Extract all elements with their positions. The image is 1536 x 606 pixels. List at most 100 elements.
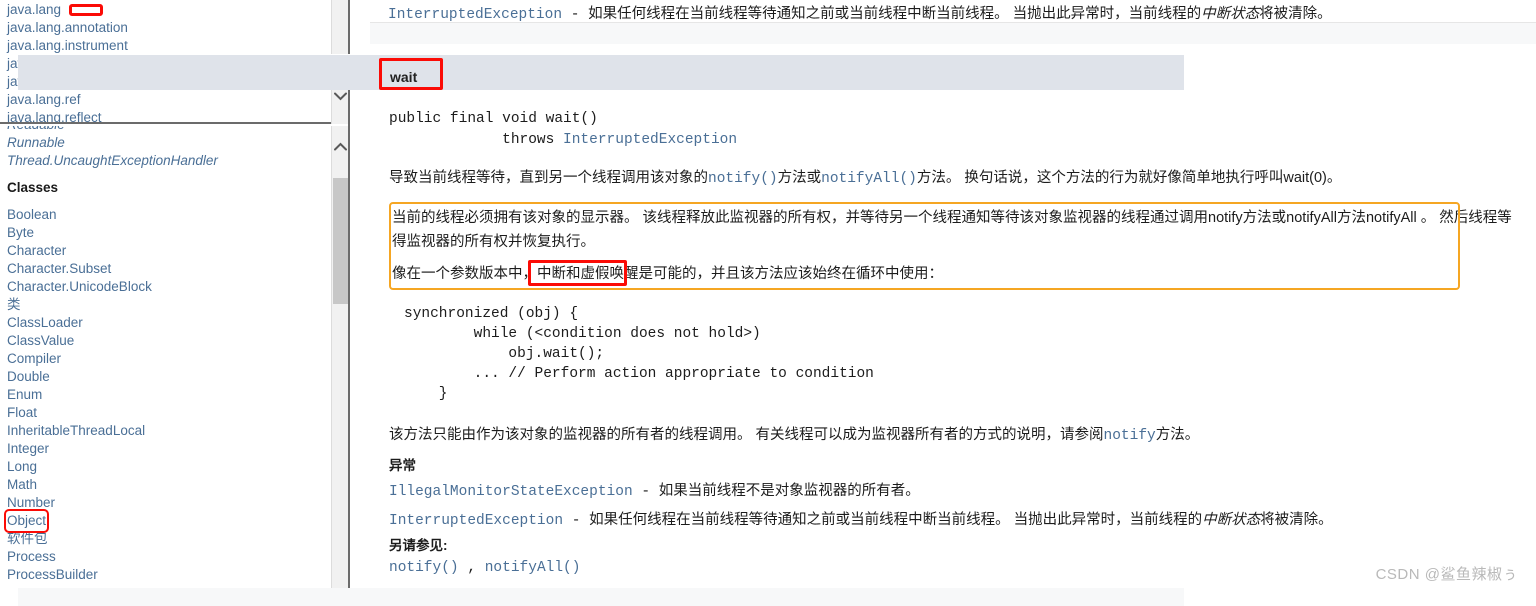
class-item[interactable]: Integer — [7, 440, 330, 458]
class-item-label: InheritableThreadLocal — [7, 423, 146, 438]
class-item[interactable]: Character — [7, 242, 330, 260]
class-item-label: 软件包 — [7, 531, 48, 546]
class-item[interactable]: Compiler — [7, 350, 330, 368]
see-also-links: notify() , notifyAll() — [389, 558, 580, 578]
class-list-section-heading: Classes — [7, 179, 330, 197]
package-item[interactable]: java.lang.ref — [7, 91, 330, 109]
throws-item: InterruptedException - 如果任何线程在当前线程等待通知之前… — [389, 506, 1333, 535]
package-item-label: java.lang.annotation — [7, 20, 128, 35]
app-root: java.lang java.lang.annotation java.lang.i… — [0, 0, 1536, 606]
highlight-line1: 当前的线程必须拥有该对象的显示器。 该线程释放此监视器的所有权，并等待另一个线程… — [392, 208, 1512, 228]
classes-scrollbar[interactable] — [331, 126, 348, 606]
class-item-label: Process — [7, 549, 56, 564]
package-item[interactable]: java.lang.instrument — [7, 37, 330, 55]
code-line: synchronized (obj) { — [404, 306, 579, 322]
chevron-down-icon[interactable] — [332, 88, 349, 105]
class-item[interactable]: InheritableThreadLocal — [7, 422, 330, 440]
class-item-label: Character — [7, 243, 67, 258]
class-item-label: Compiler — [7, 351, 62, 366]
class-item-label: Float — [7, 405, 38, 420]
throws-keyword: throws — [389, 132, 564, 148]
class-item-label: Thread.UncaughtExceptionHandler — [7, 153, 218, 168]
notifyall-link[interactable]: notifyAll() — [821, 171, 917, 187]
description-paragraph: 导致当前线程等待，直到另一个线程调用该对象的notify()方法或notifyA… — [389, 168, 1341, 189]
class-item[interactable]: Byte — [7, 224, 330, 242]
method-name-heading: wait — [390, 69, 418, 85]
note-notify-link[interactable]: notify — [1104, 428, 1156, 444]
package-item[interactable]: java.lang — [7, 1, 330, 19]
scrollbar-thumb[interactable] — [333, 178, 348, 304]
throws-desc-italic: 中断状态 — [1202, 512, 1261, 528]
note-text-a: 该方法只能由作为该对象的监视器的所有者的线程调用。 有关线程可以成为监视器所有者… — [389, 427, 1104, 443]
see-also-sep: , — [467, 560, 477, 576]
class-item-label-marked: Object — [3, 509, 50, 533]
code-line: } — [404, 386, 448, 402]
package-item-label: java.lang.ref — [7, 92, 81, 107]
class-item[interactable]: 软件包 — [7, 530, 330, 548]
highlight-line3-b: 是可能的，并且该方法应该始终在循环中使用： — [638, 266, 944, 282]
exception-name[interactable]: InterruptedException — [388, 7, 562, 23]
highlight-line1-text: 当前的线程必须拥有该对象的显示器。 该线程释放此监视器的所有权，并等待另一个线程… — [392, 210, 1436, 226]
throws-desc-b: 当抛出此异常时，当前线程的 — [1009, 512, 1203, 528]
class-item[interactable]: ClassLoader — [7, 314, 330, 332]
note-paragraph: 该方法只能由作为该对象的监视器的所有者的线程调用。 有关线程可以成为监视器所有者… — [389, 425, 1199, 446]
highlight-line1-tail: 然后线程等 — [1435, 210, 1512, 226]
throws-desc-c: 将被清除。 — [1260, 512, 1333, 528]
class-item[interactable]: Boolean — [7, 206, 330, 224]
classes-pane[interactable]: Readable Runnable Thread.UncaughtException… — [0, 126, 348, 606]
class-item[interactable]: Process — [7, 548, 330, 566]
highlight-line3-marked: 中断和虚假唤醒 — [537, 266, 639, 282]
class-item-label: Number — [7, 495, 56, 510]
class-item[interactable]: Number — [7, 494, 330, 512]
class-item[interactable]: Character.UnicodeBlock — [7, 278, 330, 296]
class-item-label: ProcessBuilder — [7, 567, 98, 582]
class-list: Readable Runnable Thread.UncaughtException… — [0, 126, 330, 584]
class-item[interactable]: ClassValue — [7, 332, 330, 350]
class-item[interactable]: Double — [7, 368, 330, 386]
class-item[interactable]: Object — [3, 509, 330, 533]
exception-desc-italic: 中断状态 — [1201, 6, 1260, 22]
chevron-up-icon[interactable] — [332, 138, 349, 155]
class-item-label: Character.UnicodeBlock — [7, 279, 152, 294]
section-heading-label: Classes — [7, 180, 59, 195]
throws-exception-name[interactable]: InterruptedException — [389, 513, 563, 529]
class-item[interactable]: Float — [7, 404, 330, 422]
package-item-label: java.lang.instrument — [7, 38, 128, 53]
class-item[interactable]: Thread.UncaughtExceptionHandler — [7, 152, 330, 170]
throws-exception-link[interactable]: InterruptedException — [563, 132, 737, 148]
class-item-label: Integer — [7, 441, 50, 456]
class-item[interactable]: Runnable — [7, 134, 330, 152]
exception-desc-c: 将被清除。 — [1259, 6, 1332, 22]
throws-desc-a: 如果任何线程在当前线程等待通知之前或当前线程中断当前线程。 — [589, 512, 1010, 528]
code-block: synchronized (obj) { while (<condition d… — [404, 304, 874, 404]
class-item-label: ClassValue — [7, 333, 75, 348]
method-header-bar — [18, 54, 1184, 90]
class-item-label: Long — [7, 459, 38, 474]
class-item[interactable]: Enum — [7, 386, 330, 404]
class-item-label: Math — [7, 477, 38, 492]
class-item[interactable]: Long — [7, 458, 330, 476]
class-item[interactable]: Math — [7, 476, 330, 494]
throws-dash: - — [563, 513, 590, 529]
highlight-line2: 得监视器的所有权并恢复执行。 — [392, 234, 595, 250]
see-also-notifyall[interactable]: notifyAll() — [485, 560, 581, 576]
see-also-notify[interactable]: notify() — [389, 560, 459, 576]
throws-exception-name[interactable]: IllegalMonitorStateException — [389, 484, 633, 500]
csdn-watermark: CSDN @鲨鱼辣椒ぅ — [1375, 566, 1518, 583]
see-also-heading: 另请参见: — [389, 538, 448, 553]
class-item[interactable]: 类 — [7, 296, 330, 314]
package-item[interactable]: java.lang.reflect — [7, 109, 330, 122]
class-item[interactable]: Character.Subset — [7, 260, 330, 278]
class-item-label: Character.Subset — [7, 261, 112, 276]
desc-text-a: 导致当前线程等待，直到另一个线程调用该对象的 — [389, 170, 708, 186]
code-line: while (<condition does not hold>) — [404, 326, 761, 342]
package-item[interactable]: java.lang.annotation — [7, 19, 330, 37]
class-item[interactable]: Readable — [7, 126, 330, 134]
section-divider-bottom — [18, 588, 1184, 606]
notify-link[interactable]: notify() — [708, 171, 778, 187]
class-item[interactable]: ProcessBuilder — [7, 566, 330, 584]
method-signature-line1: public final void wait() — [389, 111, 598, 127]
class-item-label: Enum — [7, 387, 43, 402]
class-item-label: ClassLoader — [7, 315, 83, 330]
section-divider-top — [370, 22, 1536, 44]
